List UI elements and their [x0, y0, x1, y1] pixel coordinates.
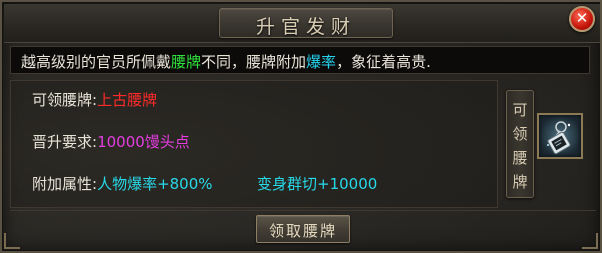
attribute-value-transform: 变身群切+10000: [257, 175, 378, 193]
description-highlight-droprate: 爆率: [306, 53, 337, 71]
requirement-row: 晋升要求:10000馒头点: [32, 131, 190, 152]
promotion-dialog: 升官发财 ✕ 越高级别的官员所佩戴腰牌不同，腰牌附加爆率，象征着高贵. 可领腰牌…: [0, 0, 602, 253]
side-tab-char: 牌: [512, 173, 528, 191]
footer-divider: [10, 210, 596, 211]
corner-ornament: [4, 233, 20, 249]
description-part1: 越高级别的官员所佩戴: [21, 53, 172, 71]
description-bar: 越高级别的官员所佩戴腰牌不同，腰牌附加爆率，象征着高贵.: [10, 46, 590, 74]
close-icon: ✕: [575, 9, 589, 27]
claimable-badge-tab: 可 领 腰 牌: [506, 90, 534, 198]
title-bar[interactable]: 升官发财: [4, 4, 600, 43]
corner-ornament: [582, 233, 598, 249]
badge-value: 上古腰牌: [97, 91, 158, 109]
description-highlight-badge: 腰牌: [171, 53, 202, 71]
waist-badge-icon: [547, 121, 571, 155]
badge-item-slot[interactable]: [537, 113, 583, 159]
side-tab-char: 领: [512, 125, 528, 143]
attribute-value-droprate: 人物爆率+800%: [97, 175, 213, 193]
attribute-row: 附加属性:人物爆率+800%: [32, 173, 213, 194]
description-part3: ，象征着高贵.: [336, 53, 431, 71]
badge-label: 可领腰牌:: [32, 91, 98, 109]
description-part2: 不同，腰牌附加: [201, 53, 307, 71]
requirement-value: 10000馒头点: [97, 133, 190, 151]
title-plate: 升官发财: [219, 8, 393, 38]
close-button[interactable]: ✕: [569, 6, 595, 32]
attribute-label: 附加属性:: [32, 175, 98, 193]
dialog-title: 升官发财: [255, 16, 356, 38]
badge-row: 可领腰牌:上古腰牌: [32, 89, 157, 110]
claim-badge-label: 领取腰牌: [268, 222, 337, 240]
requirement-label: 晋升要求:: [32, 133, 98, 151]
description-text: 越高级别的官员所佩戴腰牌不同，腰牌附加爆率，象征着高贵.: [21, 51, 431, 72]
side-tab-char: 可: [512, 101, 528, 119]
claim-badge-button[interactable]: 领取腰牌: [256, 215, 350, 243]
side-tab-char: 腰: [512, 149, 528, 167]
